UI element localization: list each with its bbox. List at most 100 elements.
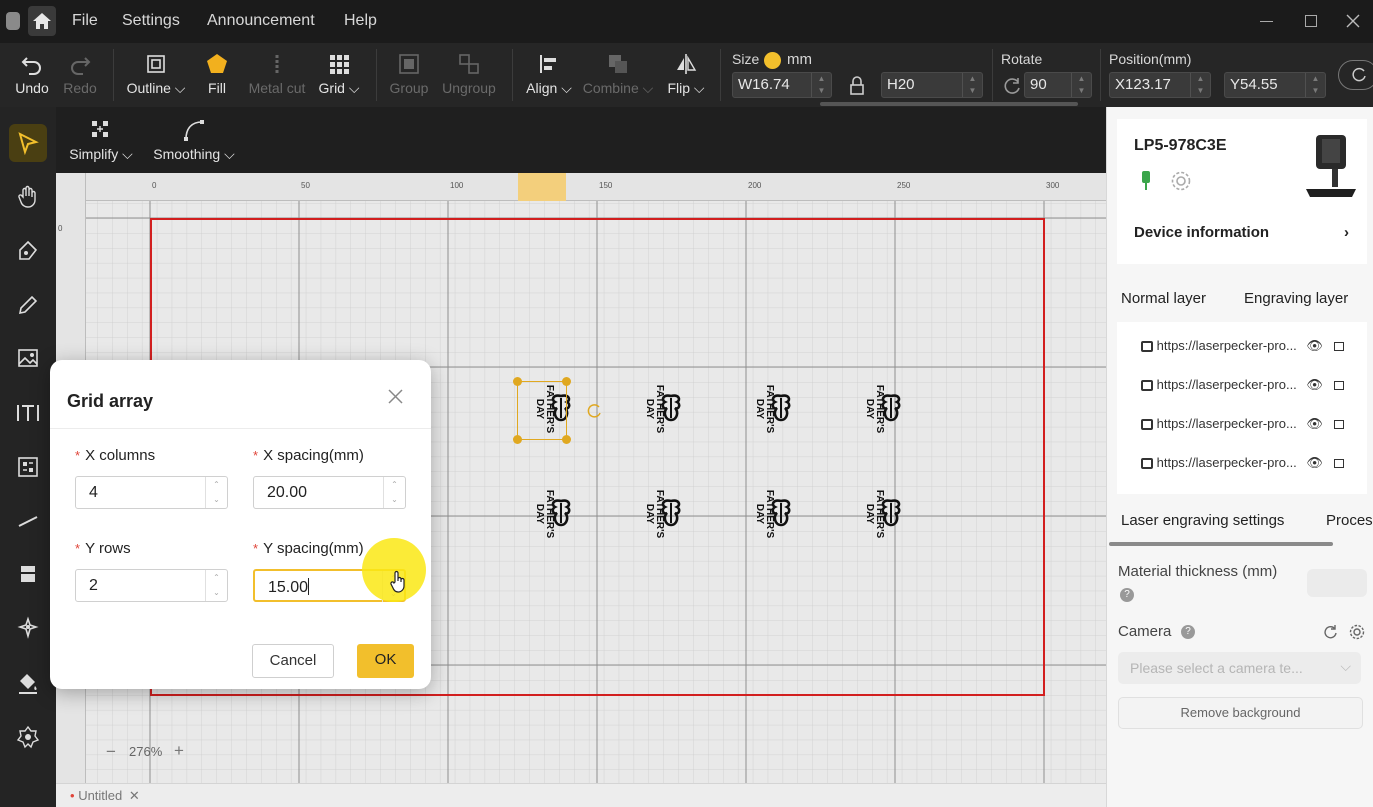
help-icon[interactable]: ?	[1181, 625, 1195, 639]
x-position-input[interactable]: X123.17 ▲ ▼	[1109, 72, 1211, 98]
layer-item[interactable]: https://laserpecker-pro... 👁	[1141, 377, 1344, 393]
smoothing-button[interactable]: Smoothing ⌵	[152, 115, 236, 169]
gear-icon[interactable]	[1170, 170, 1192, 192]
metal-cut-button[interactable]: Metal cut	[246, 49, 308, 103]
fill-tool[interactable]	[9, 664, 47, 702]
close-icon[interactable]	[388, 389, 403, 409]
lock-icon[interactable]	[1333, 420, 1344, 429]
selection-handle[interactable]	[513, 377, 522, 386]
tab-engraving-layer[interactable]: Engraving layer	[1244, 290, 1348, 307]
x-columns-stepper[interactable]: ⌃ ⌄	[205, 477, 227, 508]
pan-tool[interactable]	[9, 178, 47, 216]
y-rows-stepper[interactable]: ⌃ ⌄	[205, 570, 227, 601]
redo-button[interactable]: Redo	[58, 49, 102, 103]
width-stepper[interactable]: ▲ ▼	[811, 73, 831, 97]
line-tool[interactable]	[9, 502, 47, 540]
selection-handle[interactable]	[562, 377, 571, 386]
selection-handle[interactable]	[562, 435, 571, 444]
ai-tool[interactable]	[9, 609, 47, 647]
image-tool[interactable]	[9, 339, 47, 377]
device-information-link[interactable]: Device information ›	[1134, 224, 1349, 241]
height-stepper[interactable]: ▲ ▼	[962, 73, 982, 97]
chevron-down-icon: ⌵	[1340, 658, 1351, 674]
gear-icon[interactable]	[1349, 624, 1365, 640]
tab-laser-engraving-settings[interactable]: Laser engraving settings	[1121, 512, 1284, 529]
lock-icon[interactable]	[1333, 381, 1344, 390]
zoom-out-button[interactable]: −	[106, 742, 116, 762]
height-input[interactable]: H20 ▲ ▼	[881, 72, 983, 98]
outline-button[interactable]: Outline ⌵	[124, 49, 188, 103]
ok-button[interactable]: OK	[357, 644, 414, 678]
design-copy[interactable]: FATHER'S DAY	[846, 378, 906, 440]
align-button[interactable]: Align ⌵	[524, 49, 574, 103]
toolbar-scrollbar[interactable]	[820, 102, 1078, 106]
grid-button[interactable]: Grid ⌵	[318, 49, 360, 103]
minimize-icon[interactable]	[1260, 21, 1273, 22]
ungroup-button[interactable]: Ungroup	[440, 49, 498, 103]
material-tool[interactable]	[9, 718, 47, 756]
x-spacing-input[interactable]: 20.00 ⌃ ⌄	[253, 476, 406, 509]
width-input[interactable]: W16.74 ▲ ▼	[732, 72, 832, 98]
zoom-in-button[interactable]: +	[174, 741, 184, 761]
design-copy[interactable]: FATHER'S DAY	[846, 483, 906, 545]
close-window-icon[interactable]	[1346, 14, 1360, 33]
shape-library-tool[interactable]	[9, 555, 47, 593]
lock-icon[interactable]	[1333, 459, 1344, 468]
menu-help[interactable]: Help	[344, 12, 377, 30]
eye-icon[interactable]: 👁	[1306, 338, 1323, 353]
rotate-input[interactable]: 90 ▲ ▼	[1024, 72, 1092, 98]
eye-icon[interactable]: 👁	[1306, 377, 1323, 392]
y-rows-input[interactable]: 2 ⌃ ⌄	[75, 569, 228, 602]
lock-icon[interactable]	[1333, 342, 1344, 351]
pencil-tool[interactable]	[9, 286, 47, 324]
y-position-input[interactable]: Y54.55 ▲ ▼	[1224, 72, 1326, 98]
layer-item[interactable]: https://laserpecker-pro... 👁	[1141, 416, 1344, 432]
rotate-handle-icon[interactable]	[585, 402, 603, 420]
eye-icon[interactable]: 👁	[1306, 416, 1323, 431]
layer-image-icon	[1141, 419, 1153, 430]
camera-select[interactable]: Please select a camera te... ⌵	[1118, 652, 1361, 684]
select-tool[interactable]	[9, 124, 47, 162]
undo-button[interactable]: Undo	[10, 49, 54, 103]
restore-icon[interactable]	[1305, 15, 1317, 27]
design-copy[interactable]: FATHER'S DAY	[736, 483, 796, 545]
layer-item[interactable]: https://laserpecker-pro... 👁	[1141, 455, 1344, 471]
x-stepper[interactable]: ▲ ▼	[1190, 73, 1210, 97]
barcode-tool[interactable]	[9, 448, 47, 486]
home-icon[interactable]	[28, 6, 56, 36]
design-copy[interactable]: FATHER'S DAY	[736, 378, 796, 440]
x-spacing-stepper[interactable]: ⌃ ⌄	[383, 477, 405, 508]
refresh-icon[interactable]	[1322, 624, 1338, 640]
design-copy[interactable]: FATHER'S DAY	[516, 483, 576, 545]
remove-background-button[interactable]: Remove background	[1118, 697, 1363, 729]
fill-button[interactable]: Fill	[198, 49, 236, 103]
more-tools-button[interactable]	[1338, 60, 1373, 90]
lock-icon[interactable]	[848, 76, 866, 101]
y-stepper[interactable]: ▲ ▼	[1305, 73, 1325, 97]
unit-toggle[interactable]	[764, 52, 781, 69]
menu-announcement[interactable]: Announcement	[207, 12, 315, 30]
group-button[interactable]: Group	[388, 49, 430, 103]
help-icon[interactable]: ?	[1120, 588, 1134, 602]
combine-button[interactable]: Combine ⌵	[582, 49, 654, 103]
tab-process[interactable]: Proces	[1326, 512, 1373, 529]
settings-tab-scrollbar[interactable]	[1109, 542, 1333, 546]
eye-icon[interactable]: 👁	[1306, 455, 1323, 470]
design-copy[interactable]: FATHER'S DAY	[626, 378, 686, 440]
flip-button[interactable]: Flip ⌵	[666, 49, 706, 103]
rotate-stepper[interactable]: ▲ ▼	[1071, 73, 1091, 97]
pen-tool[interactable]	[9, 232, 47, 270]
text-tool[interactable]	[9, 394, 47, 432]
document-tab[interactable]: • Untitled ✕	[70, 788, 140, 804]
close-tab-icon[interactable]: ✕	[129, 788, 140, 803]
menu-file[interactable]: File	[72, 12, 98, 30]
simplify-button[interactable]: Simplify ⌵	[68, 115, 134, 169]
cancel-button[interactable]: Cancel	[252, 644, 334, 678]
selection-handle[interactable]	[513, 435, 522, 444]
x-columns-input[interactable]: 4 ⌃ ⌄	[75, 476, 228, 509]
menu-settings[interactable]: Settings	[122, 12, 180, 30]
design-copy[interactable]: FATHER'S DAY	[626, 483, 686, 545]
tab-normal-layer[interactable]: Normal layer	[1121, 290, 1206, 307]
material-thickness-input[interactable]	[1307, 569, 1367, 597]
layer-item[interactable]: https://laserpecker-pro... 👁	[1141, 338, 1344, 354]
